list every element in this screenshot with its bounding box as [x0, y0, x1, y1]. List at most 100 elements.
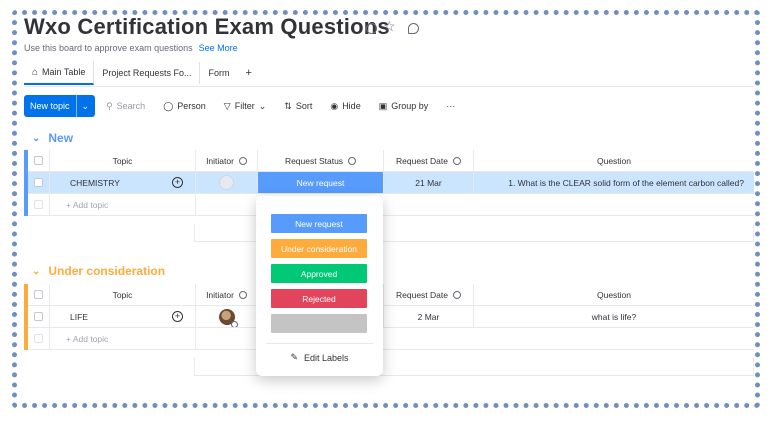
column-header-request-status[interactable]: Request Status: [258, 150, 384, 172]
status-option-new-request[interactable]: New request: [271, 214, 367, 233]
column-header-topic[interactable]: Topic: [50, 284, 196, 306]
status-label: New request: [296, 177, 345, 188]
select-all-cell[interactable]: [28, 284, 50, 306]
table-header: Topic Initiator Request Date Question: [28, 284, 754, 306]
chevron-down-icon[interactable]: ⌄: [259, 101, 267, 112]
add-topic-row[interactable]: + Add topic: [28, 194, 754, 216]
column-header-question[interactable]: Question: [474, 284, 754, 306]
request-date-cell[interactable]: 21 Mar: [384, 172, 474, 194]
status-option-approved[interactable]: Approved: [271, 264, 367, 283]
column-header-initiator[interactable]: Initiator: [196, 284, 258, 306]
new-topic-button[interactable]: New topic ⌄: [24, 95, 96, 117]
row-select-cell[interactable]: [28, 306, 50, 328]
column-header-request-date[interactable]: Request Date: [384, 284, 474, 306]
add-topic-cell[interactable]: + Add topic: [50, 328, 196, 350]
select-all-checkbox[interactable]: [34, 156, 43, 165]
filter-button[interactable]: ▽ Filter ⌄: [217, 101, 273, 112]
info-icon[interactable]: [366, 23, 377, 34]
activity-icon[interactable]: [408, 23, 419, 34]
info-icon[interactable]: [348, 156, 357, 165]
group-by-button[interactable]: ▣ Group by: [372, 101, 436, 112]
column-header-initiator[interactable]: Initiator: [196, 150, 258, 172]
column-header-request-date[interactable]: Request Date: [384, 150, 474, 172]
column-label: Request Date: [396, 155, 448, 166]
status-dropdown: New request Under consideration Approved…: [256, 196, 383, 376]
select-all-cell[interactable]: [28, 150, 50, 172]
topic-cell[interactable]: CHEMISTRY +: [50, 172, 196, 194]
initiator-cell[interactable]: [196, 306, 258, 328]
eye-icon: ◉: [330, 100, 339, 111]
info-icon[interactable]: [238, 156, 247, 165]
badge-icon: [230, 320, 238, 327]
column-label: Topic: [112, 289, 133, 300]
table-row[interactable]: CHEMISTRY + New request 21 Mar 1. What i…: [28, 172, 754, 194]
status-option-blank[interactable]: [271, 314, 367, 333]
column-header-question[interactable]: Question: [474, 150, 754, 172]
sort-button[interactable]: ⇅ Sort: [277, 101, 319, 112]
tab-form[interactable]: Form: [200, 62, 237, 84]
request-date-cell[interactable]: 2 Mar: [384, 306, 474, 328]
empty-avatar-icon[interactable]: [219, 175, 234, 190]
row-checkbox[interactable]: [34, 178, 43, 187]
add-topic-cell[interactable]: + Add topic: [50, 194, 196, 216]
person-icon: ◯: [163, 100, 174, 111]
option-label: Approved: [300, 268, 338, 279]
search-button[interactable]: ⚲ Search: [99, 101, 152, 112]
chevron-down-icon[interactable]: ⌄: [32, 266, 40, 277]
status-option-under-consideration[interactable]: Under consideration: [271, 239, 367, 258]
group-header-under-consideration[interactable]: ⌄ Under consideration: [32, 264, 165, 278]
add-update-icon[interactable]: +: [172, 311, 183, 322]
home-icon: ⌂: [32, 66, 39, 78]
tabs-divider: [24, 86, 754, 87]
sort-icon: ⇅: [284, 100, 292, 111]
pencil-icon: ✎: [290, 352, 298, 362]
add-topic-row[interactable]: + Add topic: [28, 328, 754, 350]
tab-main-table[interactable]: ⌂ Main Table: [24, 61, 95, 85]
row-select-cell[interactable]: [28, 172, 50, 194]
column-header-topic[interactable]: Topic: [50, 150, 196, 172]
question-cell[interactable]: 1. What is the CLEAR solid form of the e…: [474, 172, 754, 194]
edit-labels-button[interactable]: ✎ Edit Labels: [256, 352, 383, 363]
hide-label: Hide: [342, 101, 361, 111]
initiator-cell[interactable]: [196, 172, 258, 194]
dropdown-divider: [266, 343, 373, 344]
add-row-select-cell: [28, 194, 50, 216]
chevron-down-icon[interactable]: ⌄: [32, 133, 40, 144]
person-filter-button[interactable]: ◯ Person: [156, 101, 213, 112]
avatar[interactable]: [218, 308, 238, 327]
table-row[interactable]: LIFE + 2 Mar what is life?: [28, 306, 754, 328]
info-icon[interactable]: [452, 156, 461, 165]
add-view-button[interactable]: +: [237, 62, 259, 84]
tab-project-requests[interactable]: Project Requests Fo...: [94, 62, 201, 84]
tab-label: Main Table: [42, 67, 86, 77]
topic-name: LIFE: [70, 311, 88, 322]
search-icon: ⚲: [106, 100, 113, 111]
table-header: Topic Initiator Request Status Request D…: [28, 150, 754, 172]
column-label: Request Date: [396, 289, 448, 300]
sort-label: Sort: [295, 101, 313, 111]
board-title[interactable]: Wxo Certification Exam Questions: [24, 14, 390, 40]
add-view-label: +: [245, 67, 252, 79]
status-option-rejected[interactable]: Rejected: [271, 289, 367, 308]
info-icon[interactable]: [452, 290, 461, 299]
question-cell[interactable]: what is life?: [474, 306, 754, 328]
group-by-label: Group by: [391, 101, 429, 111]
row-checkbox[interactable]: [34, 312, 43, 321]
add-update-icon[interactable]: +: [172, 177, 183, 188]
topic-cell[interactable]: LIFE +: [50, 306, 196, 328]
board-toolbar: New topic ⌄ ⚲ Search ◯ Person ▽ Filter ⌄…: [24, 95, 462, 117]
group-name: New: [48, 131, 74, 145]
more-options-button[interactable]: ···: [439, 101, 462, 111]
topic-name: CHEMISTRY: [70, 177, 120, 188]
hide-button[interactable]: ◉ Hide: [323, 101, 367, 112]
request-status-cell[interactable]: New request: [258, 172, 384, 194]
see-more-link[interactable]: See More: [199, 43, 238, 53]
select-all-checkbox[interactable]: [34, 290, 43, 299]
group-header-new[interactable]: ⌄ New: [32, 131, 73, 145]
chevron-down-icon[interactable]: ⌄: [75, 95, 89, 117]
column-label: Initiator: [206, 155, 234, 166]
new-topic-label: New topic: [30, 101, 70, 111]
star-icon[interactable]: ☆: [383, 18, 396, 35]
info-icon[interactable]: [238, 290, 247, 299]
row-checkbox: [34, 334, 43, 343]
